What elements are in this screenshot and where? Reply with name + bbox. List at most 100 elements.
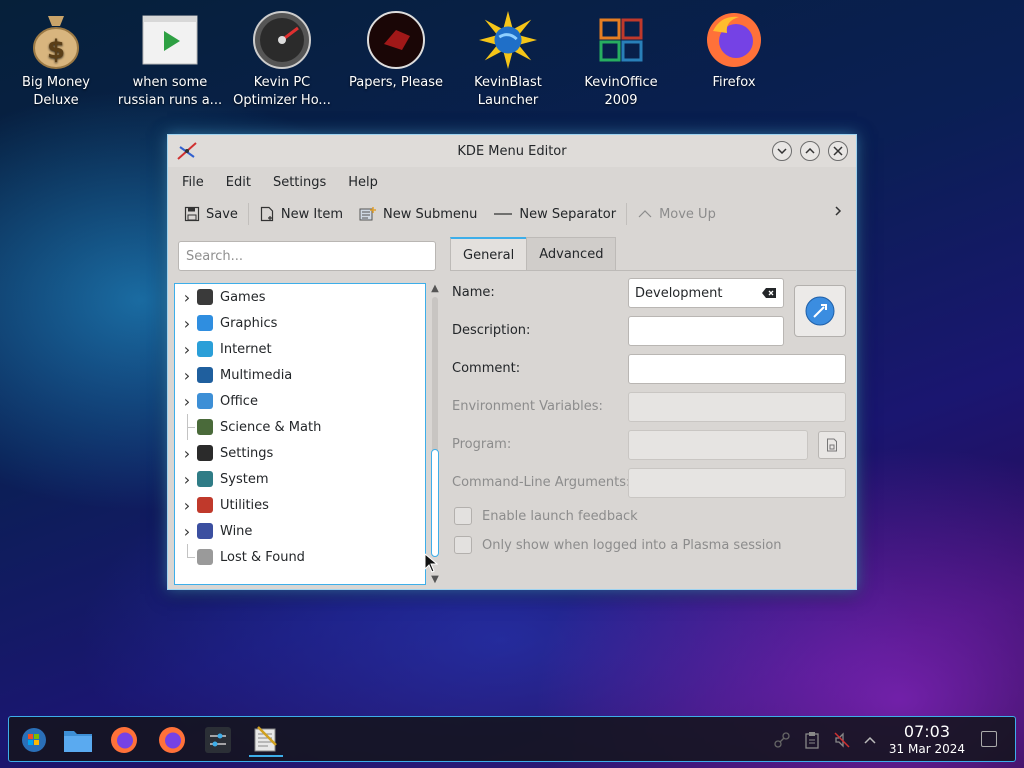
- expand-arrow-icon[interactable]: ›: [179, 340, 195, 359]
- menu-edit[interactable]: Edit: [220, 171, 257, 194]
- description-label: Description:: [452, 323, 531, 338]
- chevron-up-icon: [638, 210, 652, 218]
- toolbar-overflow-button[interactable]: [834, 205, 842, 221]
- program-label: Program:: [452, 437, 512, 452]
- program-field[interactable]: [628, 430, 808, 460]
- tree-item[interactable]: › Internet: [175, 336, 425, 362]
- browse-program-button[interactable]: [818, 431, 846, 459]
- tree-item[interactable]: › Utilities: [175, 492, 425, 518]
- desktop-icon-papers-please[interactable]: Papers, Please: [342, 10, 450, 92]
- clear-text-icon[interactable]: [761, 287, 777, 303]
- tab-divider: [450, 270, 856, 271]
- desktop-icon-big-money-deluxe[interactable]: $ Big Money Deluxe: [2, 10, 110, 110]
- new-document-icon: [260, 206, 274, 222]
- tree-item[interactable]: › Wine: [175, 518, 425, 544]
- close-button[interactable]: [828, 141, 848, 161]
- checkbox-box[interactable]: [454, 536, 472, 554]
- show-desktop-button[interactable]: [981, 731, 997, 747]
- comment-field[interactable]: [628, 354, 846, 384]
- firefox-icon: [704, 10, 764, 70]
- environment-variables-label: Environment Variables:: [452, 399, 603, 414]
- system-clock[interactable]: 07:03 31 Mar 2024: [889, 723, 965, 757]
- firefox-icon: [111, 727, 137, 753]
- menu-help[interactable]: Help: [342, 171, 384, 194]
- office-suite-icon: [591, 10, 651, 70]
- tree-item[interactable]: Science & Math: [175, 414, 425, 440]
- tab-general[interactable]: General: [450, 237, 528, 271]
- tree-item[interactable]: › Graphics: [175, 310, 425, 336]
- maximize-button[interactable]: [800, 141, 820, 161]
- money-bag-icon: $: [26, 10, 86, 70]
- tree-item[interactable]: › Office: [175, 388, 425, 414]
- tree-scrollbar[interactable]: ▲ ▼: [429, 283, 441, 585]
- expand-arrow-icon[interactable]: ›: [179, 522, 195, 541]
- volume-muted-tray-icon[interactable]: [831, 729, 853, 751]
- minimize-button[interactable]: [772, 141, 792, 161]
- command-line-arguments-label: Command-Line Arguments:: [452, 475, 631, 490]
- icon-chooser-button[interactable]: [794, 285, 846, 337]
- tab-bar: General Advanced: [450, 237, 617, 271]
- taskbar-firefox-2[interactable]: [155, 723, 189, 757]
- tree-item[interactable]: › System: [175, 466, 425, 492]
- expand-arrow-icon[interactable]: ›: [179, 288, 195, 307]
- name-field[interactable]: Development: [628, 278, 784, 308]
- comment-label: Comment:: [452, 361, 521, 376]
- menu-settings[interactable]: Settings: [267, 171, 332, 194]
- tree-item[interactable]: › Games: [175, 284, 425, 310]
- category-icon: [197, 497, 213, 513]
- save-button[interactable]: Save: [176, 202, 246, 226]
- expand-arrow-icon[interactable]: ›: [179, 314, 195, 333]
- new-submenu-icon: [359, 207, 377, 221]
- new-separator-button[interactable]: New Separator: [485, 202, 624, 226]
- command-line-arguments-field[interactable]: [628, 468, 846, 498]
- expand-arrow-icon[interactable]: ›: [179, 444, 195, 463]
- category-icon: [197, 315, 213, 331]
- checkbox-box[interactable]: [454, 507, 472, 525]
- close-icon: [833, 146, 843, 156]
- scrollbar-thumb[interactable]: [431, 449, 439, 557]
- taskbar-file-manager[interactable]: [61, 723, 95, 757]
- expand-arrow-icon[interactable]: ›: [179, 366, 195, 385]
- taskbar-settings[interactable]: [201, 723, 235, 757]
- desktop-icon-firefox[interactable]: Firefox: [680, 10, 788, 92]
- taskbar-kde-menu-editor[interactable]: [249, 723, 283, 757]
- description-field[interactable]: [628, 316, 784, 346]
- tree-item[interactable]: › Settings: [175, 440, 425, 466]
- plasma-only-checkbox[interactable]: Only show when logged into a Plasma sess…: [454, 536, 782, 554]
- folder-icon: [64, 731, 92, 752]
- scroll-down-arrow-icon[interactable]: ▼: [429, 574, 441, 585]
- expand-arrow-icon[interactable]: ›: [179, 470, 195, 489]
- expand-arrow-icon[interactable]: ›: [179, 496, 195, 515]
- name-label: Name:: [452, 285, 495, 300]
- svg-text:$: $: [47, 35, 65, 65]
- network-tray-icon[interactable]: [771, 729, 793, 751]
- taskbar-firefox[interactable]: [107, 723, 141, 757]
- environment-variables-field[interactable]: [628, 392, 846, 422]
- desktop-icon-kevinoffice[interactable]: KevinOffice 2009: [567, 10, 675, 110]
- new-item-button[interactable]: New Item: [251, 202, 351, 226]
- search-input[interactable]: [178, 241, 436, 271]
- tree-item[interactable]: › Multimedia: [175, 362, 425, 388]
- window-title: KDE Menu Editor: [457, 143, 567, 159]
- expand-arrow-icon[interactable]: ›: [179, 392, 195, 411]
- category-icon: [197, 367, 213, 383]
- title-bar[interactable]: KDE Menu Editor: [168, 135, 856, 167]
- move-up-button[interactable]: Move Up: [629, 202, 724, 226]
- desktop-icon-video[interactable]: when some russian runs a...: [116, 10, 224, 110]
- menu-file[interactable]: File: [176, 171, 210, 194]
- tree-item-label: Utilities: [220, 497, 269, 513]
- tray-expand-icon[interactable]: [859, 729, 881, 751]
- desktop-icon-kevinblast[interactable]: KevinBlast Launcher: [454, 10, 562, 110]
- category-icon: [197, 341, 213, 357]
- video-file-icon: [140, 10, 200, 70]
- tree-item[interactable]: Lost & Found: [175, 544, 425, 570]
- scroll-up-arrow-icon[interactable]: ▲: [429, 283, 441, 294]
- desktop-icon-kevin-pc-optimizer[interactable]: Kevin PC Optimizer Ho...: [228, 10, 336, 110]
- category-icon: [197, 289, 213, 305]
- start-menu-button[interactable]: [17, 723, 51, 757]
- toolbar-separator: [626, 203, 628, 225]
- tab-advanced[interactable]: Advanced: [526, 237, 617, 271]
- launch-feedback-checkbox[interactable]: Enable launch feedback: [454, 507, 638, 525]
- clipboard-tray-icon[interactable]: [801, 729, 823, 751]
- new-submenu-button[interactable]: New Submenu: [351, 202, 485, 226]
